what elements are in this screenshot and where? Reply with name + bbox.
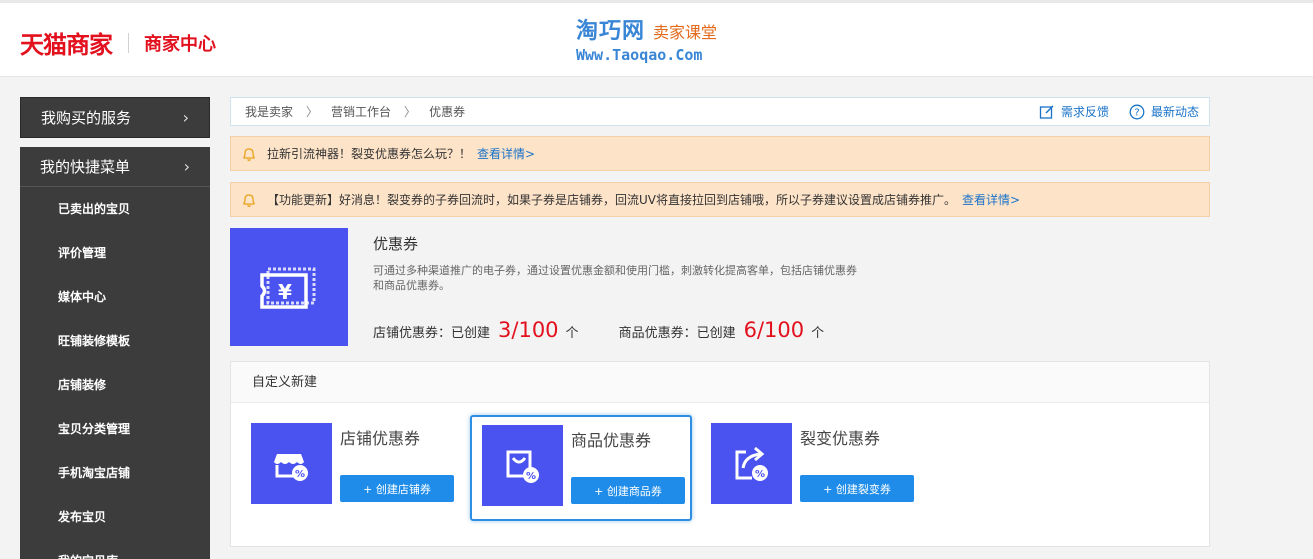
brand[interactable]: 天猫商家 商家中心 bbox=[20, 25, 216, 60]
feedback-label: 需求反馈 bbox=[1060, 105, 1109, 119]
sidebar-item-mobile-shop[interactable]: 手机淘宝店铺 bbox=[20, 451, 210, 495]
item-coupon-count: 6/100 bbox=[743, 318, 805, 342]
shop-coupon-card: % 店铺优惠券 + 创建店铺券 bbox=[251, 423, 481, 504]
notice-detail-link[interactable]: 查看详情> bbox=[962, 191, 1020, 208]
breadcrumb-coupon: 优惠券 bbox=[429, 105, 466, 119]
brand-divider bbox=[128, 32, 129, 53]
sidebar-item-publish[interactable]: 发布宝贝 bbox=[20, 495, 210, 539]
notice-text: 拉新引流神器！裂变优惠券怎么玩？！ bbox=[267, 147, 472, 161]
sidebar-bought-services-label: 我购买的服务 bbox=[41, 109, 132, 127]
sidebar-quick-menu: 我的快捷菜单 › 已卖出的宝贝 评价管理 媒体中心 旺铺装修模板 店铺装修 宝贝… bbox=[20, 147, 210, 559]
custom-create-panel: 自定义新建 % 店铺优惠券 + 创建店铺券 % 商品优惠券 + 创建商品券 % … bbox=[230, 361, 1210, 547]
sidebar-item-reviews[interactable]: 评价管理 bbox=[20, 231, 210, 275]
svg-text:%: % bbox=[294, 469, 304, 480]
coupon-hero-icon-box: ¥ bbox=[230, 228, 348, 346]
sidebar: 我购买的服务 › 我的快捷菜单 › 已卖出的宝贝 评价管理 媒体中心 旺铺装修模… bbox=[20, 97, 210, 559]
svg-text:¥: ¥ bbox=[278, 280, 292, 304]
notice-banner: 拉新引流神器！裂变优惠券怎么玩？！ 查看详情> bbox=[230, 136, 1210, 171]
svg-text:%: % bbox=[525, 471, 535, 482]
coupon-stats: 店铺优惠券：已创建 3/100 个 商品优惠券：已创建 6/100 个 bbox=[373, 318, 824, 342]
shop-coupon-label: 店铺优惠券：已创建 bbox=[373, 326, 491, 341]
notice-banner: 【功能更新】好消息！裂变券的子券回流时，如果子券是店铺券，回流UV将直接拉回到店… bbox=[230, 182, 1210, 217]
breadcrumb-actions: 需求反馈 ? 最新动态 bbox=[1019, 98, 1199, 125]
chevron-right-icon: › bbox=[183, 157, 190, 176]
item-coupon-card[interactable]: % 商品优惠券 + 创建商品券 bbox=[470, 415, 692, 521]
breadcrumb-separator-icon: 〉 bbox=[404, 105, 417, 119]
coupon-ticket-icon: ¥ bbox=[260, 267, 316, 309]
sidebar-bought-services[interactable]: 我购买的服务 › bbox=[20, 97, 210, 138]
sidebar-item-sold-items[interactable]: 已卖出的宝贝 bbox=[20, 187, 210, 231]
feedback-link[interactable]: 需求反馈 bbox=[1039, 103, 1109, 120]
sidebar-item-media-center[interactable]: 媒体中心 bbox=[20, 275, 210, 319]
share-coupon-card-title: 裂变优惠券 bbox=[800, 429, 881, 448]
edit-icon bbox=[1039, 104, 1054, 119]
sidebar-item-shop-templates[interactable]: 旺铺装修模板 bbox=[20, 319, 210, 363]
sidebar-quick-menu-header[interactable]: 我的快捷菜单 › bbox=[20, 147, 210, 187]
bell-icon bbox=[243, 193, 255, 207]
sidebar-quick-menu-label: 我的快捷菜单 bbox=[40, 158, 131, 176]
notice-text: 【功能更新】好消息！裂变券的子券回流时，如果子券是店铺券，回流UV将直接拉回到店… bbox=[267, 193, 956, 207]
bell-icon bbox=[243, 147, 255, 161]
item-coupon-card-title: 商品优惠券 bbox=[571, 431, 652, 450]
shop-coupon-card-title: 店铺优惠券 bbox=[340, 429, 421, 448]
breadcrumb: 我是卖家 〉 营销工作台 〉 优惠券 需求反馈 ? 最新动态 bbox=[230, 97, 1210, 126]
coupon-description: 可通过多种渠道推广的电子券，通过设置优惠金额和使用门槛，刺激转化提高客单，包括店… bbox=[373, 264, 857, 292]
notice-detail-link[interactable]: 查看详情> bbox=[477, 145, 535, 162]
breadcrumb-marketing[interactable]: 营销工作台 bbox=[331, 103, 391, 120]
shop-coupon-count: 3/100 bbox=[498, 318, 559, 342]
sidebar-item-shop-decoration[interactable]: 店铺装修 bbox=[20, 363, 210, 407]
create-item-coupon-button[interactable]: + 创建商品券 bbox=[571, 477, 685, 504]
breadcrumb-seller[interactable]: 我是卖家 bbox=[245, 103, 293, 120]
watermark: 淘巧网 卖家课堂 Www.Taoqao.Com bbox=[576, 13, 717, 64]
news-link[interactable]: ? 最新动态 bbox=[1129, 103, 1199, 120]
news-label: 最新动态 bbox=[1150, 105, 1199, 119]
coupon-title: 优惠券 bbox=[373, 235, 419, 253]
shop-coupon-icon: % bbox=[251, 423, 332, 504]
breadcrumb-separator-icon: 〉 bbox=[306, 105, 319, 119]
merchant-center-title[interactable]: 商家中心 bbox=[144, 30, 216, 56]
tmall-merchant-logo[interactable]: 天猫商家 bbox=[20, 25, 113, 60]
sidebar-item-categories[interactable]: 宝贝分类管理 bbox=[20, 407, 210, 451]
watermark-url: Www.Taoqao.Com bbox=[576, 46, 703, 64]
top-header: 天猫商家 商家中心 淘巧网 卖家课堂 Www.Taoqao.Com bbox=[0, 0, 1313, 77]
chevron-right-icon: › bbox=[182, 108, 189, 127]
share-coupon-card: % 裂变优惠券 + 创建裂变券 bbox=[711, 423, 941, 504]
item-coupon-unit: 个 bbox=[811, 326, 825, 341]
bag-coupon-icon: % bbox=[482, 425, 563, 506]
sidebar-item-my-library[interactable]: 我的宝贝库 bbox=[20, 539, 210, 559]
svg-text:?: ? bbox=[1134, 107, 1139, 118]
share-coupon-icon: % bbox=[711, 423, 792, 504]
watermark-tag: 卖家课堂 bbox=[653, 23, 718, 42]
shop-coupon-unit: 个 bbox=[565, 326, 579, 341]
item-coupon-label: 商品优惠券：已创建 bbox=[618, 326, 736, 341]
custom-create-title: 自定义新建 bbox=[231, 362, 1209, 403]
watermark-name: 淘巧网 bbox=[576, 19, 646, 44]
create-shop-coupon-button[interactable]: + 创建店铺券 bbox=[340, 475, 454, 502]
svg-text:%: % bbox=[754, 469, 764, 480]
question-icon: ? bbox=[1129, 104, 1145, 119]
create-share-coupon-button[interactable]: + 创建裂变券 bbox=[800, 475, 914, 502]
